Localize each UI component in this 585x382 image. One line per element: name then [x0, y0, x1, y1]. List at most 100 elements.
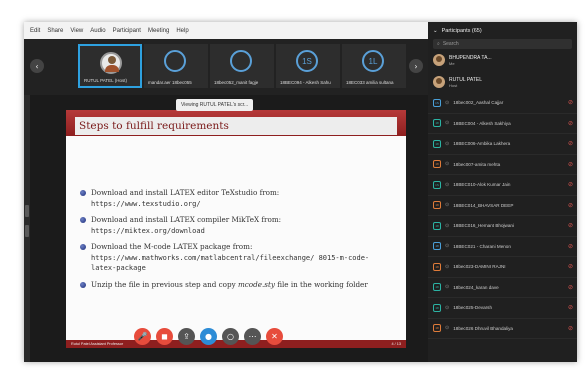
- participant-row[interactable]: 18 ⊙ 18bec026 Dhruvil Bhandaliya ⊘: [428, 319, 577, 339]
- video-tile[interactable]: RUTUL PATEL (Host): [78, 44, 142, 88]
- leave-icon: ✕: [271, 332, 278, 341]
- participants-panel: ⌄ Participants (65) ⌕ Search BHUPENDRA T…: [428, 22, 577, 362]
- mic-icon: ⊙: [445, 202, 450, 209]
- participant-name: 18BEC021 - Charani Menon: [453, 243, 511, 249]
- slide-bullets: Download and install LATEX editor TeXstu…: [80, 188, 390, 296]
- initials-avatar: 18: [433, 303, 441, 312]
- initials-avatar: 18: [433, 221, 441, 230]
- mic-icon: ⊙: [445, 243, 450, 250]
- initials-avatar: 18: [433, 283, 441, 292]
- mic-icon: ⊙: [445, 263, 450, 270]
- participant-row[interactable]: 18 ⊙ 18BEC016_Hemant Bhojwani ⊘: [428, 216, 577, 237]
- leave-button[interactable]: ✕: [266, 328, 283, 345]
- mic-icon: ⊙: [445, 140, 450, 147]
- participant-row[interactable]: 1S ⊙ 18bec002_Aashal Cajjar ⊘: [428, 93, 577, 114]
- avatar: [100, 52, 122, 74]
- bullet-url: https://www.texstudio.org/: [91, 199, 201, 208]
- bullet-icon: [80, 190, 86, 196]
- video-tile[interactable]: 1L 18EC033 amilia sultana: [342, 44, 406, 88]
- initials-avatar: 18: [433, 262, 441, 271]
- more-button[interactable]: ⋯: [244, 328, 261, 345]
- tile-name: 18BEC094 - Alkesh Sahu: [280, 80, 331, 85]
- initials-avatar: 18: [433, 160, 441, 169]
- menu-audio[interactable]: Audio: [90, 28, 105, 34]
- initials-avatar: 18: [433, 119, 441, 128]
- initials-avatar: [164, 50, 186, 72]
- host-row[interactable]: BHUPENDRA TA... Me: [428, 49, 577, 71]
- search-placeholder: Search: [442, 41, 459, 47]
- menu-help[interactable]: Help: [176, 28, 188, 34]
- participant-name: 18BEC010-Alok Kumar Jain: [453, 182, 511, 188]
- strip-prev-button[interactable]: ‹: [30, 59, 44, 73]
- participant-row[interactable]: 18 ⊙ 18BEC006-Ambika Lakhera ⊘: [428, 134, 577, 155]
- participant-name: 18bec026 Dhruvil Bhandaliya: [453, 325, 513, 331]
- menu-bar: Edit Share View Audio Participant Meetin…: [24, 22, 428, 39]
- slide-bullet: Download and install LATEX compiler MikT…: [80, 215, 390, 236]
- bullet-url: https://miktex.org/download: [91, 226, 205, 235]
- participant-row[interactable]: 18 ⊙ 18BEC014_BHAVSAR DEEP ⊘: [428, 196, 577, 216]
- left-edge-toolbar: [24, 95, 30, 362]
- initials-avatar: 18: [433, 324, 441, 333]
- bullet-url: https://www.mathworks.com/matlabcentral/…: [91, 253, 370, 273]
- meeting-controls: 🎤 ◼ ⇪ ● ○ ⋯ ✕: [134, 328, 283, 345]
- initials-avatar: [230, 50, 252, 72]
- video-tile[interactable]: 1S 18BEC094 - Alkesh Sahu: [276, 44, 340, 88]
- tile-name: mandar.aer 18bec055: [148, 80, 192, 85]
- edge-handle[interactable]: [25, 225, 29, 237]
- edge-handle[interactable]: [25, 205, 29, 217]
- chevron-down-icon[interactable]: ⌄: [433, 28, 438, 34]
- mic-icon: ⊙: [445, 304, 450, 311]
- initials-avatar: 1S: [433, 180, 441, 189]
- video-off-button[interactable]: ◼: [156, 328, 173, 345]
- bullet-icon: [80, 244, 86, 250]
- muted-icon: ⊘: [567, 325, 573, 332]
- menu-edit[interactable]: Edit: [30, 28, 40, 34]
- participant-name: 18bec007-amita mehta: [453, 161, 501, 167]
- chat-button[interactable]: ○: [222, 328, 239, 345]
- menu-view[interactable]: View: [70, 28, 83, 34]
- bullet-icon: [80, 281, 86, 288]
- participant-list: 1S ⊙ 18bec002_Aashal Cajjar ⊘ 18 ⊙ 18BEC004 - …: [428, 93, 577, 339]
- share-button[interactable]: ⇪: [178, 328, 195, 345]
- tile-name: RUTUL PATEL (Host): [84, 78, 128, 83]
- participant-row[interactable]: 18 ⊙ 18bec024_karan dave ⊘: [428, 278, 577, 298]
- tile-name: 18EC033 amilia sultana: [346, 80, 394, 85]
- strip-next-button[interactable]: ›: [409, 59, 423, 73]
- panel-title: Participants (65): [441, 27, 482, 34]
- muted-icon: ⊘: [567, 284, 573, 291]
- participant-row[interactable]: 18 ⊙ 18bec023-DAMINI RAJNI ⊘: [428, 257, 577, 278]
- initials-avatar: 1L: [362, 50, 384, 72]
- tile-name: 18bec052_manit fagje: [214, 80, 259, 85]
- video-off-icon: ◼: [161, 332, 168, 341]
- participant-name: 18bec025-Devarsh: [453, 305, 493, 311]
- participant-name: 18BEC004 - Alkesh Sakhiya: [453, 120, 511, 126]
- muted-icon: ⊘: [567, 264, 573, 271]
- participant-row[interactable]: 18 ⊙ 18BEC004 - Alkesh Sakhiya ⊘: [428, 114, 577, 134]
- initials-avatar: 18: [433, 242, 441, 251]
- participant-row[interactable]: 1S ⊙ 18BEC010-Alok Kumar Jain ⊘: [428, 175, 577, 196]
- muted-icon: ⊘: [567, 223, 573, 230]
- mic-icon: ⊙: [445, 99, 450, 106]
- video-tile[interactable]: mandar.aer 18bec055: [144, 44, 208, 88]
- menu-meeting[interactable]: Meeting: [148, 28, 169, 34]
- mic-icon: ⊙: [445, 284, 450, 291]
- menu-participant[interactable]: Participant: [113, 28, 141, 34]
- participant-row[interactable]: 18 ⊙ 18bec007-amita mehta ⊘: [428, 155, 577, 175]
- video-tile[interactable]: 18bec052_manit fagje: [210, 44, 274, 88]
- mic-icon: ⊙: [445, 222, 450, 229]
- menu-share[interactable]: Share: [47, 28, 63, 34]
- mic-off-button[interactable]: 🎤: [134, 328, 151, 345]
- host-row[interactable]: RUTUL PATEL Host: [428, 71, 577, 93]
- participants-button[interactable]: ●: [200, 328, 217, 345]
- participant-row[interactable]: 18 ⊙ 18bec025-Devarsh ⊘: [428, 298, 577, 319]
- initials-avatar: 18: [433, 201, 441, 210]
- participants-icon: ●: [205, 332, 212, 341]
- search-input[interactable]: ⌕ Search: [433, 39, 572, 49]
- slide-title: Steps to fulfill requirements: [75, 117, 397, 135]
- mic-icon: ⊙: [445, 181, 450, 188]
- participant-row[interactable]: 18 ⊙ 18BEC021 - Charani Menon ⊘: [428, 237, 577, 257]
- video-strip: ‹ › RUTUL PATEL (Host) mandar.aer 18bec05…: [24, 39, 428, 95]
- viewing-banner[interactable]: Viewing RUTUL PATEL's scr...: [176, 99, 254, 111]
- shared-slide: Steps to fulfill requirements Download a…: [66, 110, 406, 348]
- more-icon: ⋯: [248, 332, 257, 341]
